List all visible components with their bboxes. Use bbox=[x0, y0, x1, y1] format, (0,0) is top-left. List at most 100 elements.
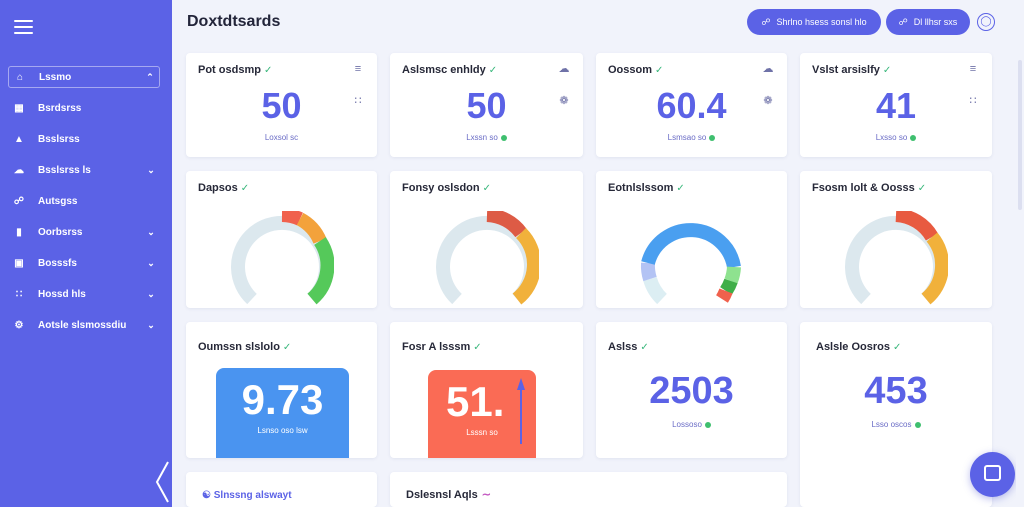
chevron-down-icon: ⌄ bbox=[147, 288, 155, 299]
sidebar-item-0[interactable]: ⌂ Lssmo ⌃ bbox=[8, 66, 160, 88]
bottom-card: ☯ Slnssng alswayt bbox=[186, 472, 377, 507]
sidebar-item-1[interactable]: ▦ Bsrdsrss bbox=[8, 96, 160, 120]
sidebar-item-label: Aotsle slsmossdiu bbox=[38, 319, 127, 331]
stat-card: Oossom ✓ ☁ ❁ 60.4 Lsmsao so bbox=[596, 53, 787, 157]
sidebar-item-label: Lssmo bbox=[39, 71, 72, 83]
metric-card-title: Aslsle Oosros ✓ bbox=[816, 341, 902, 353]
stat-sub: Loxsol sc bbox=[264, 133, 299, 142]
metric-card-title: Oumssn slslolo ✓ bbox=[198, 341, 292, 353]
gauge-segment bbox=[642, 276, 667, 305]
gauge-card: Eotnlslssom ✓ bbox=[596, 171, 787, 308]
edit-icon: ∼ bbox=[481, 489, 491, 501]
link-icon: ☍ bbox=[761, 16, 771, 27]
sidebar-item-4[interactable]: ☍ Autsgss bbox=[8, 189, 160, 213]
check-icon: ✓ bbox=[917, 183, 927, 194]
gauge-chart bbox=[845, 211, 948, 305]
status-dot-icon bbox=[709, 134, 716, 141]
sidebar-item-label: Bsslsrss bbox=[38, 133, 80, 145]
metric-tile: 51. Lsssn so bbox=[428, 370, 536, 458]
stat-card-title: Aslsmsc enhldy ✓ bbox=[402, 64, 498, 76]
metric-value: 453 bbox=[864, 370, 928, 412]
people-icon: ☯ bbox=[202, 490, 211, 501]
sidebar-item-label: Bsrdsrss bbox=[38, 102, 82, 114]
stat-sub: Lxssn so bbox=[390, 133, 583, 142]
check-icon: ✓ bbox=[882, 65, 892, 76]
list-icon: ≡ bbox=[969, 63, 977, 75]
chevron-down-icon: ⌄ bbox=[147, 226, 155, 237]
gauge-segment bbox=[640, 262, 657, 282]
check-icon: ✓ bbox=[655, 65, 664, 76]
metric-card-title: Aslss ✓ bbox=[608, 341, 649, 353]
metric-card: Oumssn slslolo ✓ 9.73 Lsnso oso lsw bbox=[186, 322, 377, 458]
stat-value: 60.4 bbox=[656, 85, 727, 126]
gauge-card-title: Eotnlslssom ✓ bbox=[608, 182, 685, 194]
gauge-segment bbox=[715, 288, 733, 303]
sidebar-item-2[interactable]: ▲ Bsslsrss bbox=[8, 127, 160, 151]
stat-sub: Lxsso so bbox=[800, 133, 992, 142]
stat-card: Pot osdsmp ✓ ≡ ∷ 50 Loxsol sc bbox=[186, 53, 377, 157]
pen-icon bbox=[517, 378, 525, 444]
list-icon: ≡ bbox=[354, 63, 362, 75]
metric-card-title: Fosr A lsssm ✓ bbox=[402, 341, 482, 353]
box-icon: ▣ bbox=[14, 257, 24, 269]
stat-card: Aslsmsc enhldy ✓ ☁ ❁ 50 Lxssn so bbox=[390, 53, 583, 157]
gauge-card: Fonsy oslsdon ✓ bbox=[390, 171, 583, 308]
chevron-down-icon: ⌄ bbox=[147, 319, 155, 330]
user-icon: ▲ bbox=[14, 133, 24, 145]
gauge-chart bbox=[640, 223, 741, 305]
chat-icon bbox=[984, 465, 1001, 481]
status-dot-icon bbox=[500, 134, 507, 141]
gauge-segment bbox=[281, 211, 303, 226]
sidebar-item-label: Hossd hls bbox=[38, 288, 86, 300]
gauge-card-title: Fonsy oslsdon ✓ bbox=[402, 182, 492, 194]
check-icon: ✓ bbox=[473, 342, 482, 353]
metric-sub: Lossoso bbox=[596, 420, 787, 429]
hamburger-menu-icon[interactable] bbox=[14, 20, 33, 34]
share-icon: ☍ bbox=[13, 195, 25, 207]
grid-icon: ▦ bbox=[14, 102, 24, 114]
chevron-down-icon: ⌄ bbox=[147, 257, 155, 268]
scrollbar-thumb[interactable] bbox=[1018, 60, 1022, 210]
stat-card-title: Vslst arsislfy ✓ bbox=[812, 64, 892, 76]
header-primary-button[interactable]: ☍ Shrlno hsess sonsl hlo bbox=[747, 9, 881, 35]
check-icon: ✓ bbox=[263, 65, 273, 76]
cloud-icon: ☁ bbox=[762, 63, 774, 75]
stat-value: 50 bbox=[466, 85, 507, 126]
sidebar-item-label: Autsgss bbox=[38, 195, 78, 207]
chat-button[interactable] bbox=[970, 452, 1015, 497]
check-icon: ✓ bbox=[488, 65, 498, 76]
sidebar-item-label: Oorbsrss bbox=[38, 226, 83, 238]
gauge-card-title: Fsosm lolt & Oosss ✓ bbox=[812, 182, 927, 194]
header-secondary-button[interactable]: ☍ Dl llhsr sxs bbox=[886, 9, 970, 35]
gauge-segment bbox=[719, 278, 738, 295]
check-icon: ✓ bbox=[892, 342, 902, 353]
sidebar-item-7[interactable]: ∷ Hossd hls ⌄ bbox=[8, 282, 160, 306]
sidebar-item-5[interactable]: ▮ Oorbsrss ⌄ bbox=[8, 220, 160, 244]
link-icon: ☍ bbox=[898, 16, 908, 27]
chevron-down-icon: ⌄ bbox=[147, 164, 155, 175]
gauge-chart bbox=[435, 211, 539, 305]
stat-value: 50 bbox=[261, 85, 302, 126]
bottom-card-title: ☯ Slnssng alswayt bbox=[202, 490, 292, 501]
globe-icon[interactable]: ◯ bbox=[977, 13, 995, 31]
gauge-segment bbox=[640, 223, 741, 269]
metric-value: 2503 bbox=[649, 370, 734, 412]
sidebar-item-8[interactable]: ⚙ Aotsle slsmossdiu ⌄ bbox=[8, 313, 160, 337]
file-icon: ▮ bbox=[16, 226, 22, 238]
gauge-card-title: Dapsos ✓ bbox=[198, 182, 250, 194]
cloud-icon: ☁ bbox=[14, 164, 24, 176]
gauge-card: Dapsos ✓ bbox=[186, 171, 377, 308]
metric-value: 9.73 bbox=[241, 376, 324, 423]
stat-value: 41 bbox=[875, 85, 917, 126]
metric-sub: Lsnso oso lsw bbox=[257, 426, 308, 435]
sidebar-item-6[interactable]: ▣ Bosssfs ⌄ bbox=[8, 251, 160, 275]
metric-card: Aslss ✓ 2503 Lossoso bbox=[596, 322, 787, 458]
cloud-icon: ☁ bbox=[558, 63, 570, 75]
gauge-segment bbox=[723, 266, 741, 284]
stat-card: Vslst arsislfy ✓ ≡ ∷ 41 Lxsso so bbox=[800, 53, 992, 157]
nodes-icon: ∷ bbox=[15, 288, 23, 300]
bottom-card-title: Dslesnsl Aqls ∼ bbox=[406, 489, 491, 501]
collapse-sidebar-icon[interactable] bbox=[152, 460, 172, 504]
sidebar-item-3[interactable]: ☁ Bsslsrss ls ⌄ bbox=[8, 158, 160, 182]
metric-sub: Lsso oscos bbox=[800, 420, 992, 429]
